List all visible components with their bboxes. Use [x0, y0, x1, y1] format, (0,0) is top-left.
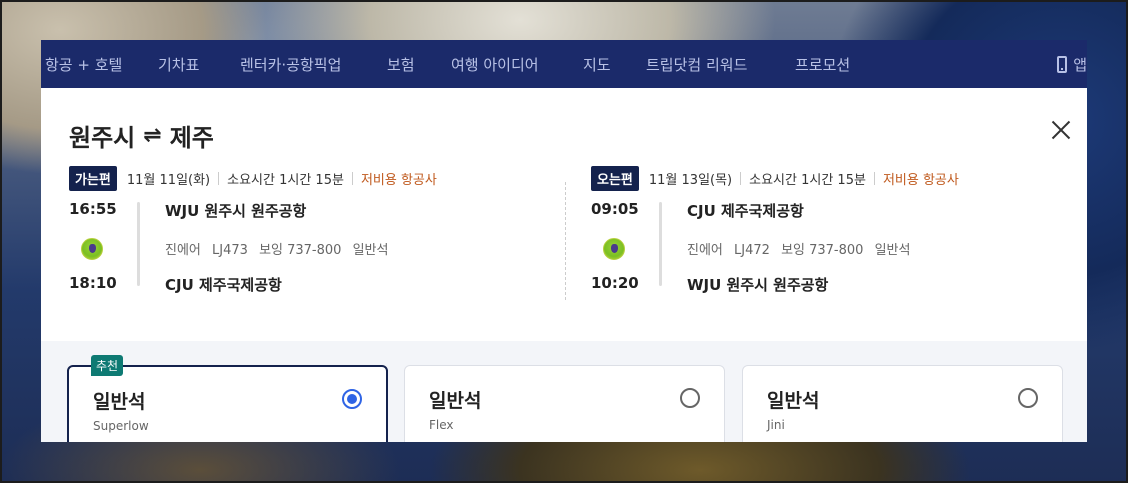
- fare-name: 일반석: [93, 391, 146, 413]
- airline-logo-icon: [81, 238, 103, 260]
- leg-duration: 소요시간 1시간 15분: [227, 172, 344, 188]
- departure-time: 16:55: [69, 200, 117, 218]
- nav-item-rentcar[interactable]: 렌터카·공항픽업: [240, 54, 341, 75]
- fare-radio[interactable]: [680, 388, 700, 408]
- nav-item-travel-ideas[interactable]: 여행 아이디어: [451, 54, 539, 75]
- leg-header: 가는편 11월 11일(화) 소요시간 1시간 15분 저비용 항공사: [69, 165, 437, 191]
- lowcost-label: 저비용 항공사: [882, 172, 959, 188]
- flight-number: LJ472: [734, 243, 770, 258]
- fare-radio[interactable]: [342, 389, 362, 409]
- nav-item-train[interactable]: 기차표: [158, 54, 199, 75]
- top-nav: 항공 + 호텔 기차표 렌터카·공항픽업 보험 여행 아이디어 지도 트립닷컴 …: [41, 40, 1087, 88]
- nav-item-insurance[interactable]: 보험: [387, 54, 415, 75]
- close-icon[interactable]: [1049, 118, 1073, 142]
- inbound-leg: 오는편 11월 13일(목) 소요시간 1시간 15분 저비용 항공사 09:0…: [591, 165, 959, 310]
- phone-icon: [1057, 55, 1068, 73]
- fare-options: 추천 일반석 Superlow 일반석 Flex 일반석 Jini: [41, 341, 1087, 442]
- leg-badge: 가는편: [69, 165, 117, 191]
- nav-app-link[interactable]: 앱: [1057, 40, 1087, 88]
- divider: [351, 171, 353, 185]
- fare-card-flex[interactable]: 일반석 Flex: [404, 365, 725, 442]
- nav-app-label: 앱: [1073, 55, 1087, 74]
- outbound-leg: 가는편 11월 11일(화) 소요시간 1시간 15분 저비용 항공사 16:5…: [69, 165, 437, 310]
- flight-number: LJ473: [212, 243, 248, 258]
- nav-item-promotion[interactable]: 프로모션: [795, 54, 850, 75]
- fare-name: 일반석: [767, 390, 820, 412]
- fare-subtitle: Jini: [767, 418, 785, 432]
- arrival-time: 10:20: [591, 274, 639, 292]
- arrival-airport: WJU 원주시 원주공항: [687, 276, 829, 294]
- leg-date: 11월 13일(목): [648, 172, 733, 188]
- leg-divider: [565, 182, 566, 300]
- route-destination: 제주: [169, 124, 214, 152]
- leg-date: 11월 11일(화): [126, 172, 211, 188]
- lowcost-label: 저비용 항공사: [360, 172, 437, 188]
- cabin-class: 일반석: [352, 243, 389, 258]
- timeline-bar: [137, 202, 140, 286]
- airline-logo-icon: [603, 238, 625, 260]
- recommended-badge: 추천: [91, 355, 124, 376]
- airline-name: 진에어: [687, 243, 723, 258]
- route-origin: 원주시: [69, 124, 136, 152]
- airline-name: 진에어: [165, 243, 201, 258]
- divider: [873, 171, 875, 185]
- fare-name: 일반석: [429, 390, 482, 412]
- divider: [218, 171, 220, 185]
- flight-info: 진에어 LJ473 보잉 737-800 일반석: [165, 239, 395, 258]
- divider: [740, 171, 742, 185]
- leg-badge: 오는편: [591, 165, 639, 191]
- route-title: 원주시 ⇌ 제주: [69, 118, 214, 153]
- fare-subtitle: Flex: [429, 418, 454, 432]
- fare-card-superlow[interactable]: 일반석 Superlow: [67, 365, 388, 442]
- flight-info: 진에어 LJ472 보잉 737-800 일반석: [687, 239, 917, 258]
- aircraft-type: 보잉 737-800: [781, 243, 864, 258]
- flight-detail-modal: 원주시 ⇌ 제주 가는편 11월 11일(화) 소요시간 1시간 15분 저비용…: [41, 88, 1087, 442]
- departure-time: 09:05: [591, 200, 639, 218]
- fare-radio[interactable]: [1018, 388, 1038, 408]
- leg-header: 오는편 11월 13일(목) 소요시간 1시간 15분 저비용 항공사: [591, 165, 959, 191]
- fare-subtitle: Superlow: [93, 419, 149, 433]
- timeline-bar: [659, 202, 662, 286]
- nav-item-map[interactable]: 지도: [583, 54, 611, 75]
- leg-duration: 소요시간 1시간 15분: [749, 172, 866, 188]
- arrival-airport: CJU 제주국제공항: [165, 276, 282, 294]
- arrival-time: 18:10: [69, 274, 117, 292]
- fare-card-jini[interactable]: 일반석 Jini: [742, 365, 1063, 442]
- leg-body: 16:55 18:10 WJU 원주시 원주공항 진에어 LJ473 보잉 73…: [69, 200, 437, 310]
- departure-airport: WJU 원주시 원주공항: [165, 202, 307, 220]
- swap-arrows-icon: ⇌: [143, 123, 162, 148]
- aircraft-type: 보잉 737-800: [259, 243, 342, 258]
- departure-airport: CJU 제주국제공항: [687, 202, 804, 220]
- cabin-class: 일반석: [874, 243, 911, 258]
- nav-item-rewards[interactable]: 트립닷컴 리워드: [646, 54, 747, 75]
- nav-item-flight-hotel[interactable]: 항공 + 호텔: [45, 54, 122, 75]
- leg-body: 09:05 10:20 CJU 제주국제공항 진에어 LJ472 보잉 737-…: [591, 200, 959, 310]
